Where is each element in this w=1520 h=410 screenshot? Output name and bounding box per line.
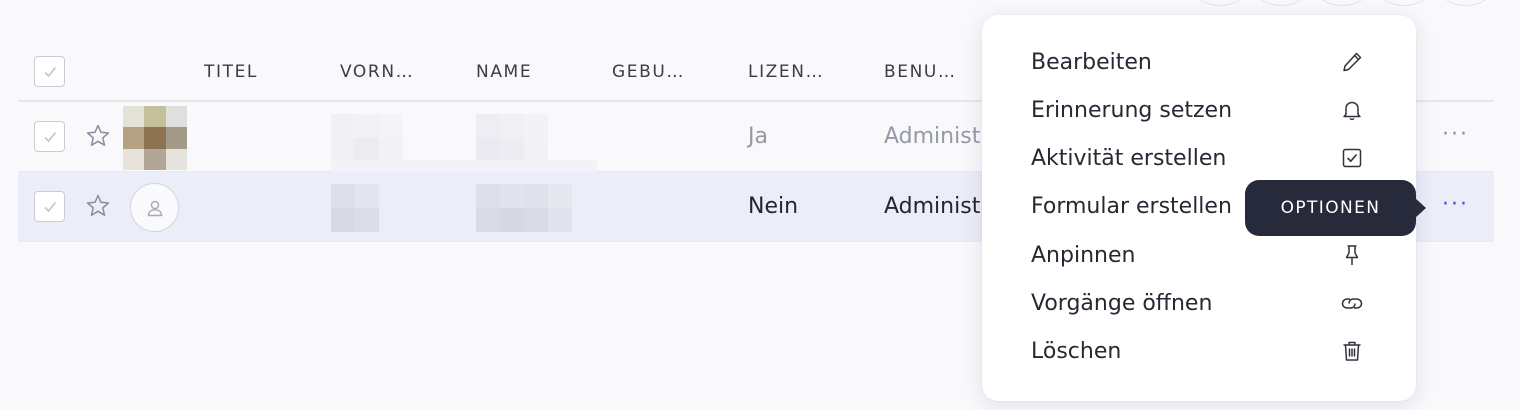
redacted-vorname (331, 184, 379, 232)
options-tooltip: OPTIONEN (1245, 180, 1426, 236)
menu-item-label: Anpinnen (1031, 242, 1136, 268)
cell-lizenz: Ja (748, 124, 768, 149)
row-checkbox[interactable] (34, 121, 65, 152)
redacted-name (476, 184, 572, 232)
toolbar-round-button-2[interactable] (1255, 0, 1307, 6)
column-header-benutzer[interactable]: BENU… (884, 62, 957, 82)
cell-lizenz: Nein (748, 194, 799, 219)
pencil-icon (1338, 48, 1366, 76)
column-header-vorname[interactable]: VORN… (340, 62, 414, 82)
column-header-lizenz[interactable]: LIZEN… (748, 62, 824, 82)
menu-item-label: Aktivität erstellen (1031, 145, 1227, 171)
menu-item-label: Vorgänge öffnen (1031, 290, 1213, 316)
select-all-checkbox[interactable] (34, 56, 65, 87)
menu-item-label: Formular erstellen (1031, 193, 1232, 219)
tooltip-arrow (1415, 198, 1426, 218)
checkbox-check-icon (1338, 144, 1366, 172)
link-icon (1338, 289, 1366, 317)
redacted-name (476, 114, 548, 162)
bell-icon (1338, 96, 1366, 124)
avatar-placeholder (130, 183, 179, 232)
toolbar-round-button-3[interactable] (1316, 0, 1368, 6)
pin-icon (1338, 241, 1366, 269)
menu-item-loeschen[interactable]: Löschen (982, 329, 1416, 373)
avatar (123, 106, 187, 170)
row-more-options-button[interactable]: ··· (1442, 122, 1469, 147)
check-icon (43, 66, 56, 77)
row-more-options-button[interactable]: ··· (1442, 192, 1469, 217)
tooltip-label: OPTIONEN (1280, 198, 1381, 218)
column-header-titel[interactable]: TITEL (204, 62, 258, 82)
menu-item-bearbeiten[interactable]: Bearbeiten (982, 40, 1416, 84)
trash-icon (1338, 337, 1366, 365)
favorite-star-icon[interactable] (84, 122, 112, 150)
menu-item-label: Erinnerung setzen (1031, 97, 1233, 123)
redacted-vorname (331, 114, 403, 162)
menu-item-aktivitaet-erstellen[interactable]: Aktivität erstellen (982, 136, 1416, 180)
menu-item-label: Löschen (1031, 338, 1122, 364)
favorite-star-icon[interactable] (84, 192, 112, 220)
menu-item-erinnerung-setzen[interactable]: Erinnerung setzen (982, 88, 1416, 132)
toolbar-round-button-1[interactable] (1194, 0, 1246, 6)
menu-item-anpinnen[interactable]: Anpinnen (982, 233, 1416, 277)
column-header-geburtstag[interactable]: GEBU… (612, 62, 685, 82)
menu-item-vorgaenge-oeffnen[interactable]: Vorgänge öffnen (982, 281, 1416, 325)
toolbar-round-button-5[interactable] (1440, 0, 1492, 6)
row-checkbox[interactable] (34, 191, 65, 222)
check-icon (43, 201, 56, 212)
menu-item-label: Bearbeiten (1031, 49, 1152, 75)
column-header-name[interactable]: NAME (476, 62, 532, 82)
user-icon (147, 200, 162, 216)
check-icon (43, 131, 56, 142)
toolbar-round-button-4[interactable] (1378, 0, 1430, 6)
